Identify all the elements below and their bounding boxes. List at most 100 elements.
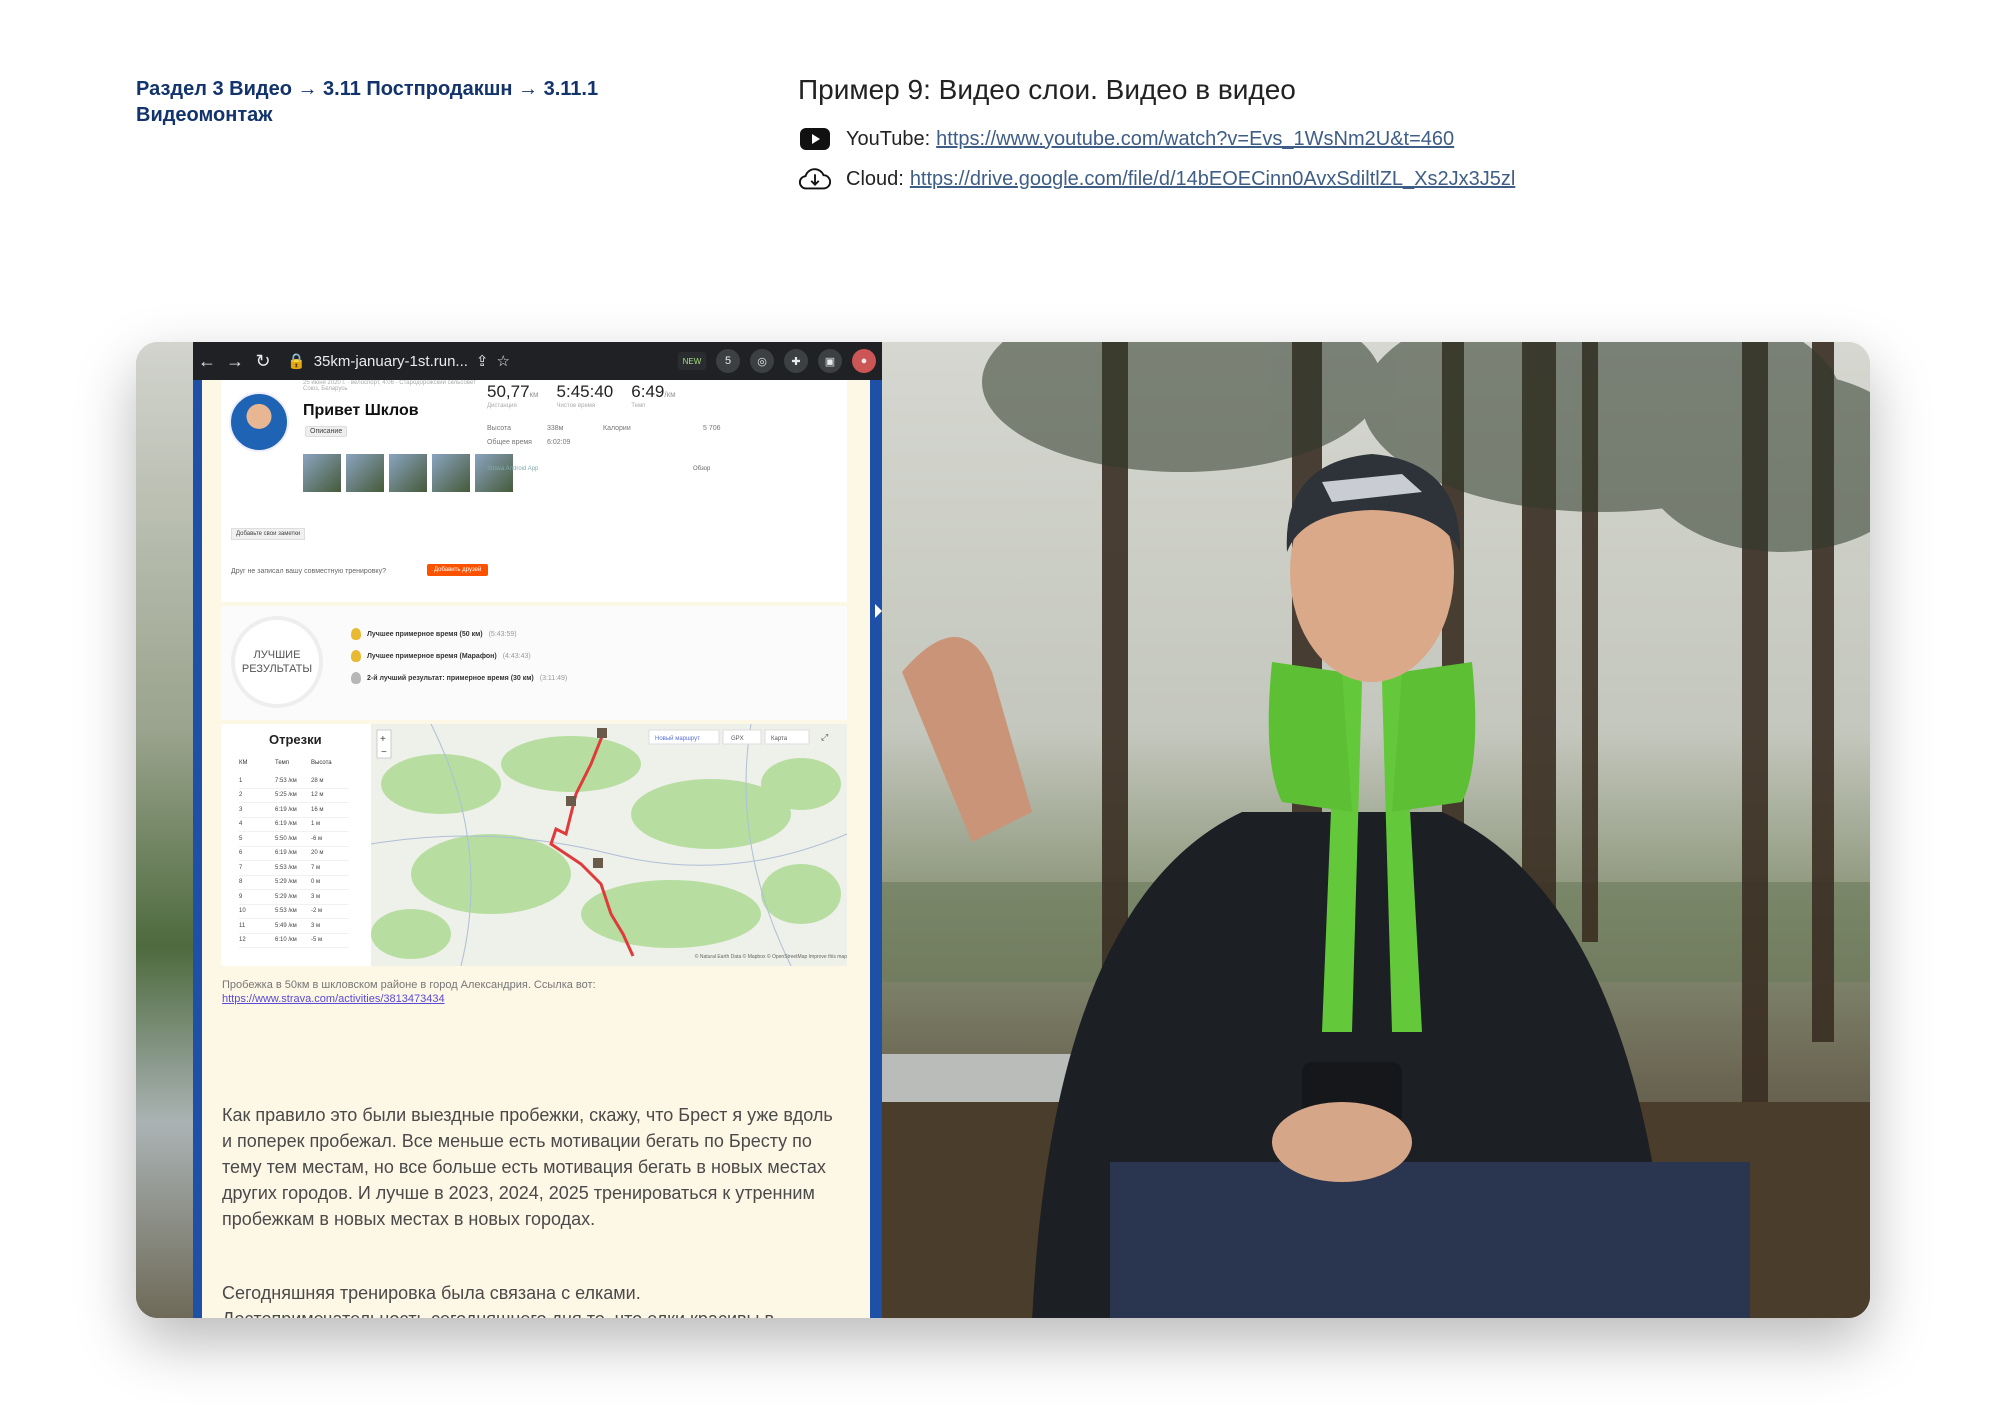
add-notes-button[interactable]: Добавьте свои заметки (231, 528, 306, 540)
achievement-item: Лучшее примерное время (50 км) (5:43:59) (351, 628, 517, 640)
splits-cell: 5:29 /км (275, 879, 297, 886)
splits-cell: 5:29 /км (275, 893, 297, 900)
device-link[interactable]: Strava Android App (487, 466, 538, 472)
route-map[interactable]: + − Новый маршрут GPX Карта ⤢ (371, 724, 847, 966)
splits-cell: 12 м (311, 792, 324, 799)
photo-thumbnail[interactable] (389, 454, 427, 492)
svg-text:GPX: GPX (731, 736, 744, 742)
splits-cell: 8 (239, 879, 243, 886)
splits-cell: 6:10 /км (275, 937, 297, 944)
cloud-download-icon (798, 164, 832, 194)
back-icon[interactable]: ← (193, 351, 221, 372)
athlete-avatar[interactable] (229, 392, 289, 452)
presenter-video (882, 342, 1870, 1318)
splits-cell: 5:53 /км (275, 864, 297, 871)
gold-medal-icon (351, 650, 361, 662)
splits-row: 5 5:50 /км -6 м (239, 832, 349, 847)
strava-activity-link[interactable]: https://www.strava.com/activities/381347… (222, 993, 445, 1005)
splits-cell: -2 м (311, 908, 323, 915)
photo-thumbnails (303, 454, 513, 492)
activity-title: Привет Шклов (303, 402, 419, 419)
splits-cell: 5 (239, 835, 243, 842)
panel-collapse-arrow-icon[interactable] (875, 604, 882, 618)
stat-distance: 50,77км Дистанция (487, 382, 539, 409)
splits-cell: 12 (239, 937, 246, 944)
splits-title: Отрезки (269, 732, 322, 747)
cloud-url-link[interactable]: https://drive.google.com/file/d/14bEOECi… (910, 168, 1516, 191)
splits-cell: 1 м (311, 821, 321, 828)
add-friends-button[interactable]: Добавить друзей (427, 564, 489, 576)
splits-cell: 3 (239, 806, 243, 813)
article-paragraph: Как правило это были выездные пробежки, … (222, 1105, 833, 1229)
splits-row: 11 5:49 /км 3 м (239, 919, 349, 934)
activity-stats: 50,77км Дистанция 5:45:40 Чистое время 6… (487, 382, 676, 409)
activity-summary-card: 25 июня 2020 г. · велоспорт, 4:06 · Стар… (221, 380, 847, 602)
svg-text:−: − (381, 747, 387, 758)
youtube-link-row: YouTube: https://www.youtube.com/watch?v… (798, 124, 1454, 154)
splits-cell: 7 (239, 864, 243, 871)
youtube-url-link[interactable]: https://www.youtube.com/watch?v=Evs_1WsN… (936, 128, 1454, 151)
new-extension-badge[interactable]: NEW (678, 352, 706, 370)
best-results-card: ЛУЧШИЕ РЕЗУЛЬТАТЫ Лучшее примерное время … (221, 606, 847, 720)
splits-row: 9 5:29 /км 3 м (239, 890, 349, 905)
profile-avatar-icon[interactable]: ● (852, 349, 876, 373)
reload-icon[interactable]: ↻ (249, 351, 277, 372)
splits-cell: 1 (239, 777, 243, 784)
side-panel-icon[interactable]: ▣ (818, 349, 842, 373)
map-credit: © Natural Earth Data © Mapbox © OpenStre… (694, 954, 847, 960)
splits-cell: 28 м (311, 777, 324, 784)
description-button[interactable]: Описание (305, 426, 348, 437)
puzzle-extensions-icon[interactable]: ✚ (784, 349, 808, 373)
svg-text:Новый маршрут: Новый маршрут (655, 735, 700, 742)
splits-cell: 20 м (311, 850, 324, 857)
vpn-extension-icon[interactable]: ◎ (750, 349, 774, 373)
activity-meta: 25 июня 2020 г. · велоспорт, 4:06 · Стар… (303, 380, 476, 392)
svg-text:Карта: Карта (771, 736, 788, 742)
splits-cell: 6 (239, 850, 243, 857)
bookmark-star-icon[interactable]: ☆ (497, 352, 510, 370)
splits-row: 4 6:19 /км 1 м (239, 818, 349, 832)
lock-icon: 🔒 (287, 353, 306, 370)
splits-cell: 4 (239, 821, 243, 828)
extension-icon[interactable]: 5 (716, 349, 740, 373)
splits-cell: 5:50 /км (275, 835, 297, 842)
share-dropdown[interactable]: Обзор (693, 466, 710, 472)
address-bar[interactable]: 🔒 35km-january-1st.run... ⇪ ☆ (287, 352, 510, 371)
splits-row: 8 5:29 /км 0 м (239, 876, 349, 890)
share-page-icon[interactable]: ⇪ (476, 352, 489, 370)
splits-cell: 5:25 /км (275, 792, 297, 799)
splits-table: 1 7:53 /км 28 м 2 5:25 /км 12 м 3 6:19 /км 16 м 4… (239, 774, 349, 948)
friends-question: Друг не записал вашу совместную трениров… (231, 568, 386, 575)
article-paragraph: Сегодняшняя тренировка была связана с ел… (222, 1283, 774, 1318)
forward-icon[interactable]: → (221, 351, 249, 372)
photo-thumbnail[interactable] (432, 454, 470, 492)
activity-caption: Пробежка в 50км в шкловском районе в гор… (222, 979, 596, 1005)
fullscreen-icon: ⤢ (820, 732, 828, 742)
address-text: 35km-january-1st.run... (313, 352, 468, 370)
splits-row: 10 5:53 /км -2 м (239, 905, 349, 919)
activity-details: Высота 338м Общее время 6:02:09 Калории 5 7… (487, 425, 721, 446)
example-title: Пример 9: Видео слои. Видео в видео (798, 74, 1296, 105)
breadcrumb: Раздел 3 Видео → 3.11 Постпродакшн → 3.1… (136, 78, 599, 126)
achievement-item: Лучшее примерное время (Марафон) (4:43:43… (351, 650, 531, 662)
splits-cell: 6:19 /км (275, 821, 297, 828)
splits-cell: 6:19 /км (275, 806, 297, 813)
splits-cell: 2 (239, 792, 243, 799)
splits-cell: -5 м (311, 937, 323, 944)
forest-scene-illustration (882, 342, 1870, 1318)
splits-cell: -6 м (311, 835, 323, 842)
splits-cell: 10 (239, 908, 246, 915)
splits-row: 7 5:53 /км 7 м (239, 861, 349, 876)
gold-medal-icon (351, 628, 361, 640)
photo-thumbnail[interactable] (346, 454, 384, 492)
extensions-area: NEW 5 ◎ ✚ ▣ ● (678, 342, 876, 380)
photo-thumbnail[interactable] (475, 454, 513, 492)
splits-row: 12 6:10 /км -5 м (239, 934, 349, 948)
splits-cell: 6:19 /км (275, 850, 297, 857)
splits-cell: 0 м (311, 879, 321, 886)
cloud-label: Cloud: (846, 167, 904, 190)
youtube-icon (798, 124, 832, 154)
video-frame[interactable]: ← → ↻ 🔒 35km-january-1st.run... ⇪ ☆ NEW … (136, 342, 1870, 1318)
splits-row: 2 5:25 /км 12 м (239, 789, 349, 803)
photo-thumbnail[interactable] (303, 454, 341, 492)
